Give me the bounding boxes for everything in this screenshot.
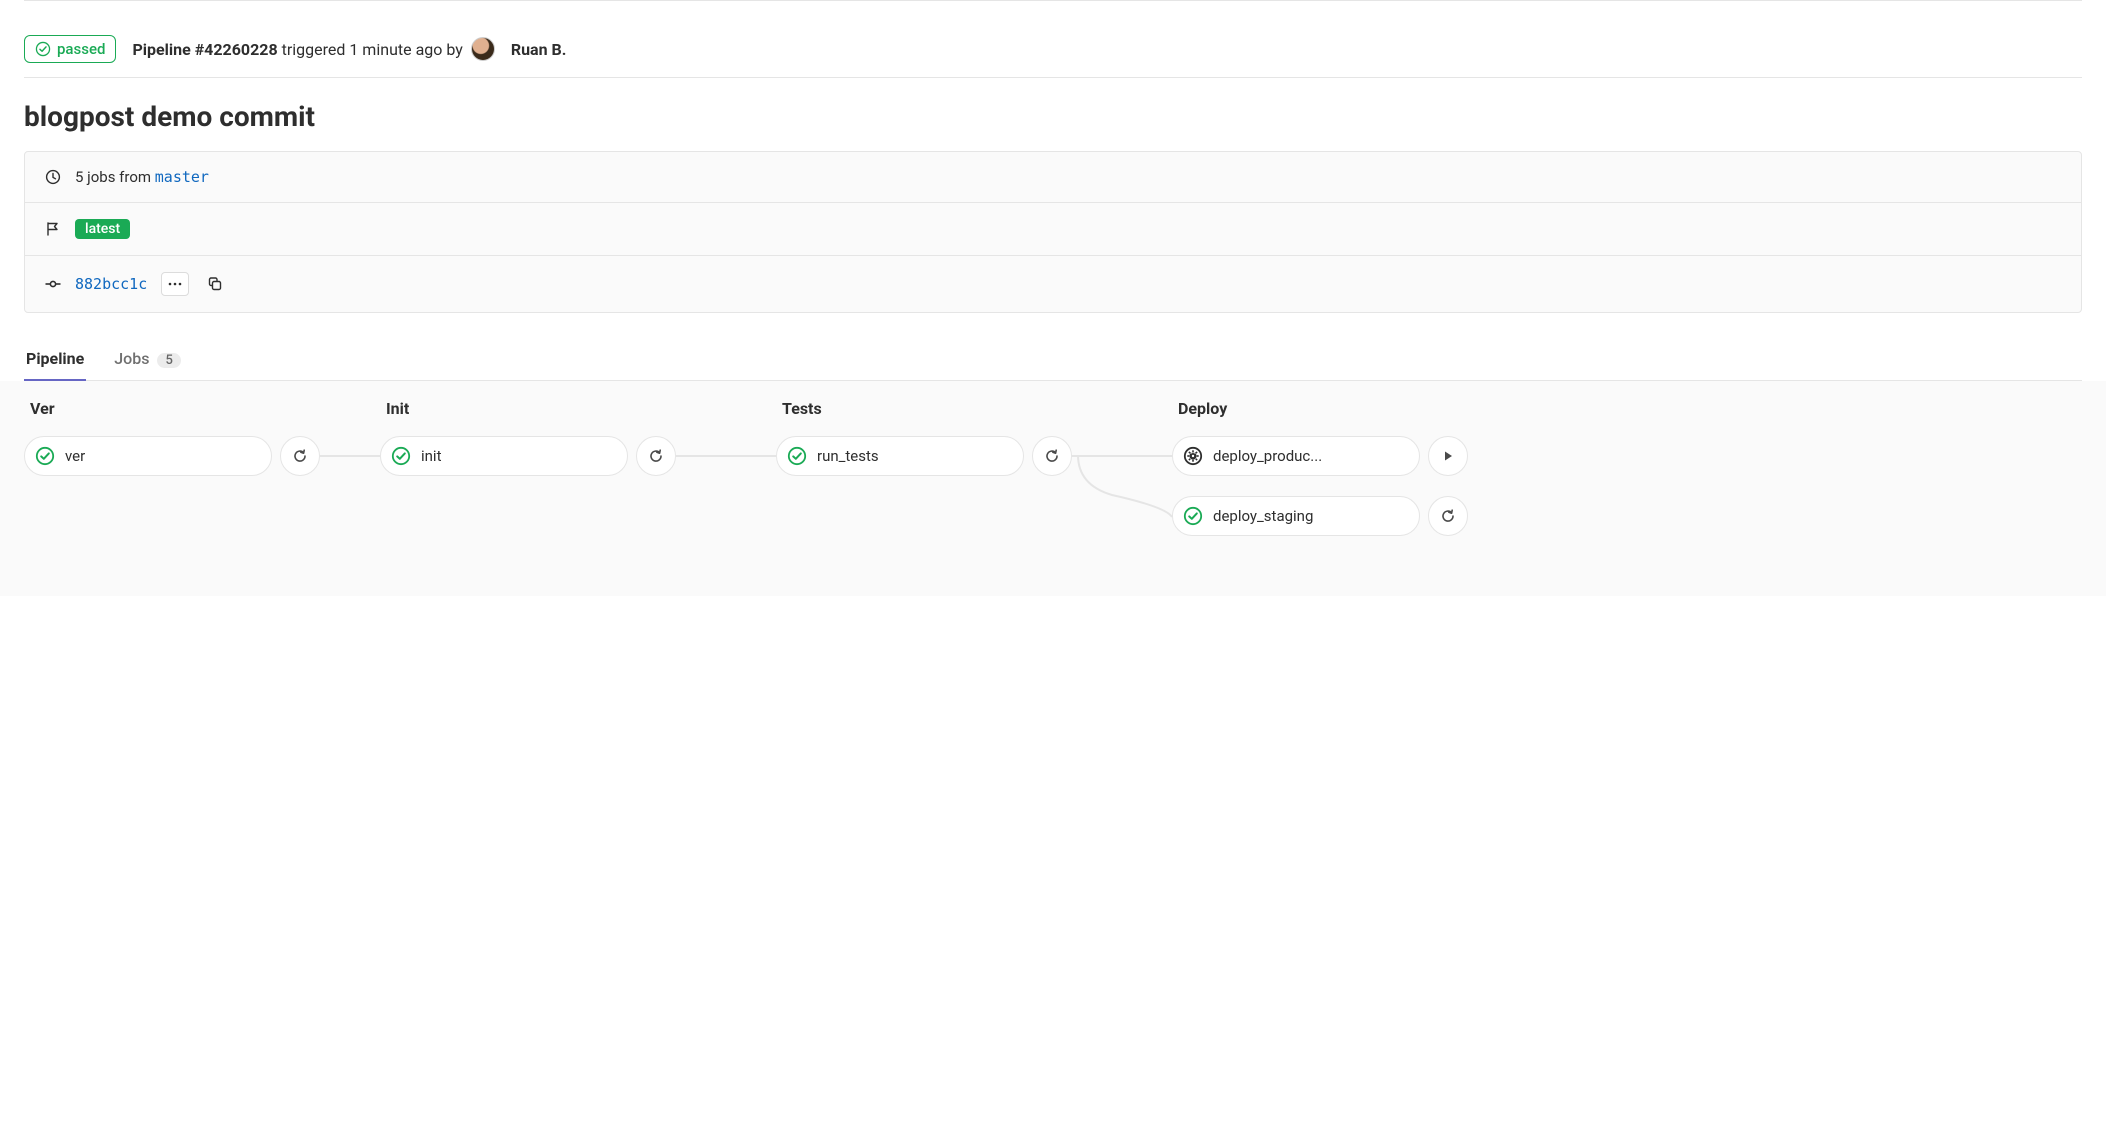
tab-pipeline-label: Pipeline [26, 349, 84, 368]
job-run-tests[interactable]: run_tests [776, 436, 1024, 476]
stage-header: Deploy [1172, 399, 1468, 418]
stage-header: Init [380, 399, 676, 418]
job-name: deploy_staging [1213, 507, 1411, 525]
tab-pipeline[interactable]: Pipeline [24, 337, 86, 380]
copy-sha-button[interactable] [203, 272, 227, 296]
stage-header: Tests [776, 399, 1072, 418]
user-name[interactable]: Ruan B. [511, 40, 567, 59]
pipeline-graph: Ver ver [0, 381, 2106, 596]
branch-link[interactable]: master [155, 168, 209, 186]
latest-tag: latest [75, 219, 130, 239]
pipeline-prefix: Pipeline [132, 40, 194, 59]
retry-icon [648, 448, 664, 464]
stage-tests: Tests run_tests [776, 399, 1072, 476]
retry-button[interactable] [636, 436, 676, 476]
jobs-from-row: 5 jobs from master [25, 152, 2081, 203]
status-badge-passed[interactable]: passed [24, 35, 116, 63]
retry-icon [1044, 448, 1060, 464]
job-name: run_tests [817, 447, 1015, 465]
commit-row: 882bcc1c [25, 256, 2081, 312]
job-init[interactable]: init [380, 436, 628, 476]
retry-button[interactable] [1428, 496, 1468, 536]
stage-ver: Ver ver [24, 399, 320, 476]
connector [1072, 399, 1172, 536]
job-name: deploy_produc... [1213, 447, 1411, 465]
branch-curve-icon [1072, 455, 1172, 525]
job-name: ver [65, 447, 263, 465]
user-avatar[interactable] [471, 37, 495, 61]
pipeline-trigger-line: Pipeline #42260228 triggered 1 minute ag… [132, 37, 566, 61]
flag-icon [45, 221, 61, 237]
commit-sha-link[interactable]: 882bcc1c [75, 275, 147, 293]
jobs-count-text: 5 jobs from [75, 168, 155, 186]
stage-deploy: Deploy [1172, 399, 1468, 536]
pipeline-header: passed Pipeline #42260228 triggered 1 mi… [24, 21, 2082, 78]
more-button[interactable] [161, 272, 189, 296]
copy-icon [207, 276, 223, 292]
ellipsis-icon [168, 281, 182, 287]
retry-button[interactable] [1032, 436, 1072, 476]
job-ver[interactable]: ver [24, 436, 272, 476]
manual-icon [1183, 446, 1203, 466]
pipeline-id[interactable]: #42260228 [195, 40, 278, 59]
success-icon [1183, 506, 1203, 526]
tab-jobs-label: Jobs [114, 349, 149, 368]
tab-jobs[interactable]: Jobs 5 [112, 337, 183, 380]
commit-icon [45, 276, 61, 292]
pipeline-info-box: 5 jobs from master latest 882bcc1c [24, 151, 2082, 313]
success-icon [35, 446, 55, 466]
clock-icon [45, 169, 61, 185]
stage-header: Ver [24, 399, 320, 418]
stage-init: Init init [380, 399, 676, 476]
job-deploy-staging[interactable]: deploy_staging [1172, 496, 1420, 536]
play-icon [1441, 449, 1455, 463]
tag-row: latest [25, 203, 2081, 256]
connector [676, 399, 776, 536]
retry-icon [1440, 508, 1456, 524]
check-circle-icon [35, 41, 51, 57]
job-name: init [421, 447, 619, 465]
success-icon [391, 446, 411, 466]
success-icon [787, 446, 807, 466]
retry-icon [292, 448, 308, 464]
play-button[interactable] [1428, 436, 1468, 476]
top-divider [24, 0, 2082, 1]
jobs-count-badge: 5 [157, 353, 180, 368]
retry-button[interactable] [280, 436, 320, 476]
status-label: passed [57, 40, 105, 58]
connector [320, 399, 380, 536]
triggered-text: triggered 1 minute ago by [278, 40, 463, 59]
tabs: Pipeline Jobs 5 [24, 337, 2082, 381]
commit-title: blogpost demo commit [24, 100, 2082, 133]
job-deploy-production[interactable]: deploy_produc... [1172, 436, 1420, 476]
